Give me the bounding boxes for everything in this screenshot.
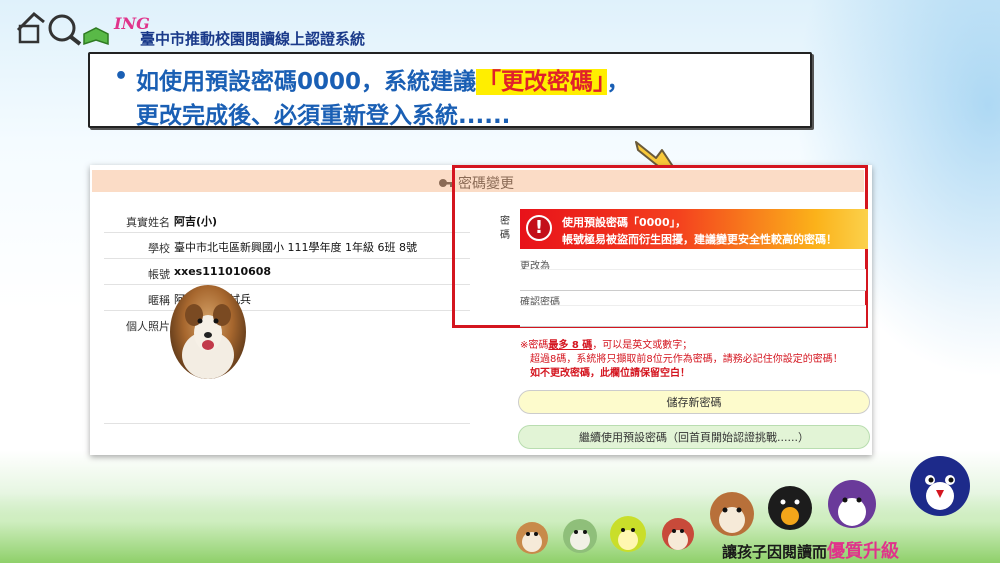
bird-1-icon — [516, 522, 548, 554]
highlight-change-password: 「更改密碼」 — [476, 69, 607, 95]
name-value: 阿吉(小) — [174, 215, 218, 228]
bird-3-icon — [610, 516, 646, 552]
banner-line-2: 更改完成後、必須重新登入系統...... — [136, 103, 511, 129]
profile-row-photo: 個人照片 — [104, 311, 470, 424]
bird-7-icon — [828, 480, 876, 528]
account-value: xxes111010608 — [174, 265, 272, 278]
new-password-input[interactable] — [520, 269, 866, 291]
bird-2-icon — [563, 519, 597, 553]
bird-8-icon — [910, 456, 970, 516]
banner-bullet: • — [114, 64, 129, 89]
warning-icon: ! — [526, 215, 552, 241]
password-note: ※密碼最多 8 碼，可以是英文或數字； 超過8碼，系統將只擷取前8位元作為密碼，… — [520, 340, 843, 379]
profile-row-nickname: 暱稱 阿吉小一測試兵 — [104, 285, 470, 311]
instruction-banner: • 如使用預設密碼0000，系統建議「更改密碼」， 更改完成後、必須重新登入系統… — [88, 52, 812, 129]
system-title: 臺中市推動校園閱讀線上認證系統 — [140, 30, 366, 48]
logo: ING — [14, 8, 150, 48]
profile-row-account: 帳號 xxes111010608 — [104, 259, 470, 285]
default-password-warning: ! 使用預設密碼「0000」， 帳號極易被盜而衍生困擾，建議變更安全性較高的密碼… — [520, 209, 868, 249]
confirm-password-input[interactable] — [520, 305, 866, 327]
slogan: 讓孩子因閱讀而優質升級 — [722, 541, 900, 562]
bird-6-icon — [768, 486, 812, 530]
bird-5-icon — [710, 492, 754, 536]
password-change-panel: 密碼變更 真實姓名 阿吉(小) 學校 臺中市北屯區新興國小 111學年度 1年級… — [90, 165, 872, 455]
save-password-button[interactable]: 儲存新密碼 — [518, 390, 870, 414]
profile-row-name: 真實姓名 阿吉(小) — [104, 207, 470, 233]
school-value: 臺中市北屯區新興國小 111學年度 1年級 6班 8號 — [174, 241, 417, 254]
profile-row-school: 學校 臺中市北屯區新興國小 111學年度 1年級 6班 8號 — [104, 233, 470, 259]
banner-line-1: 如使用預設密碼0000，系統建議「更改密碼」， — [136, 69, 630, 95]
password-label: 密碼 — [500, 216, 510, 241]
keep-default-password-button[interactable]: 繼續使用預設密碼（回首頁開始認證挑戰......） — [518, 425, 870, 449]
bird-4-icon — [662, 518, 694, 550]
profile-photo — [170, 285, 246, 379]
profile-info: 真實姓名 阿吉(小) 學校 臺中市北屯區新興國小 111學年度 1年級 6班 8… — [104, 207, 470, 424]
